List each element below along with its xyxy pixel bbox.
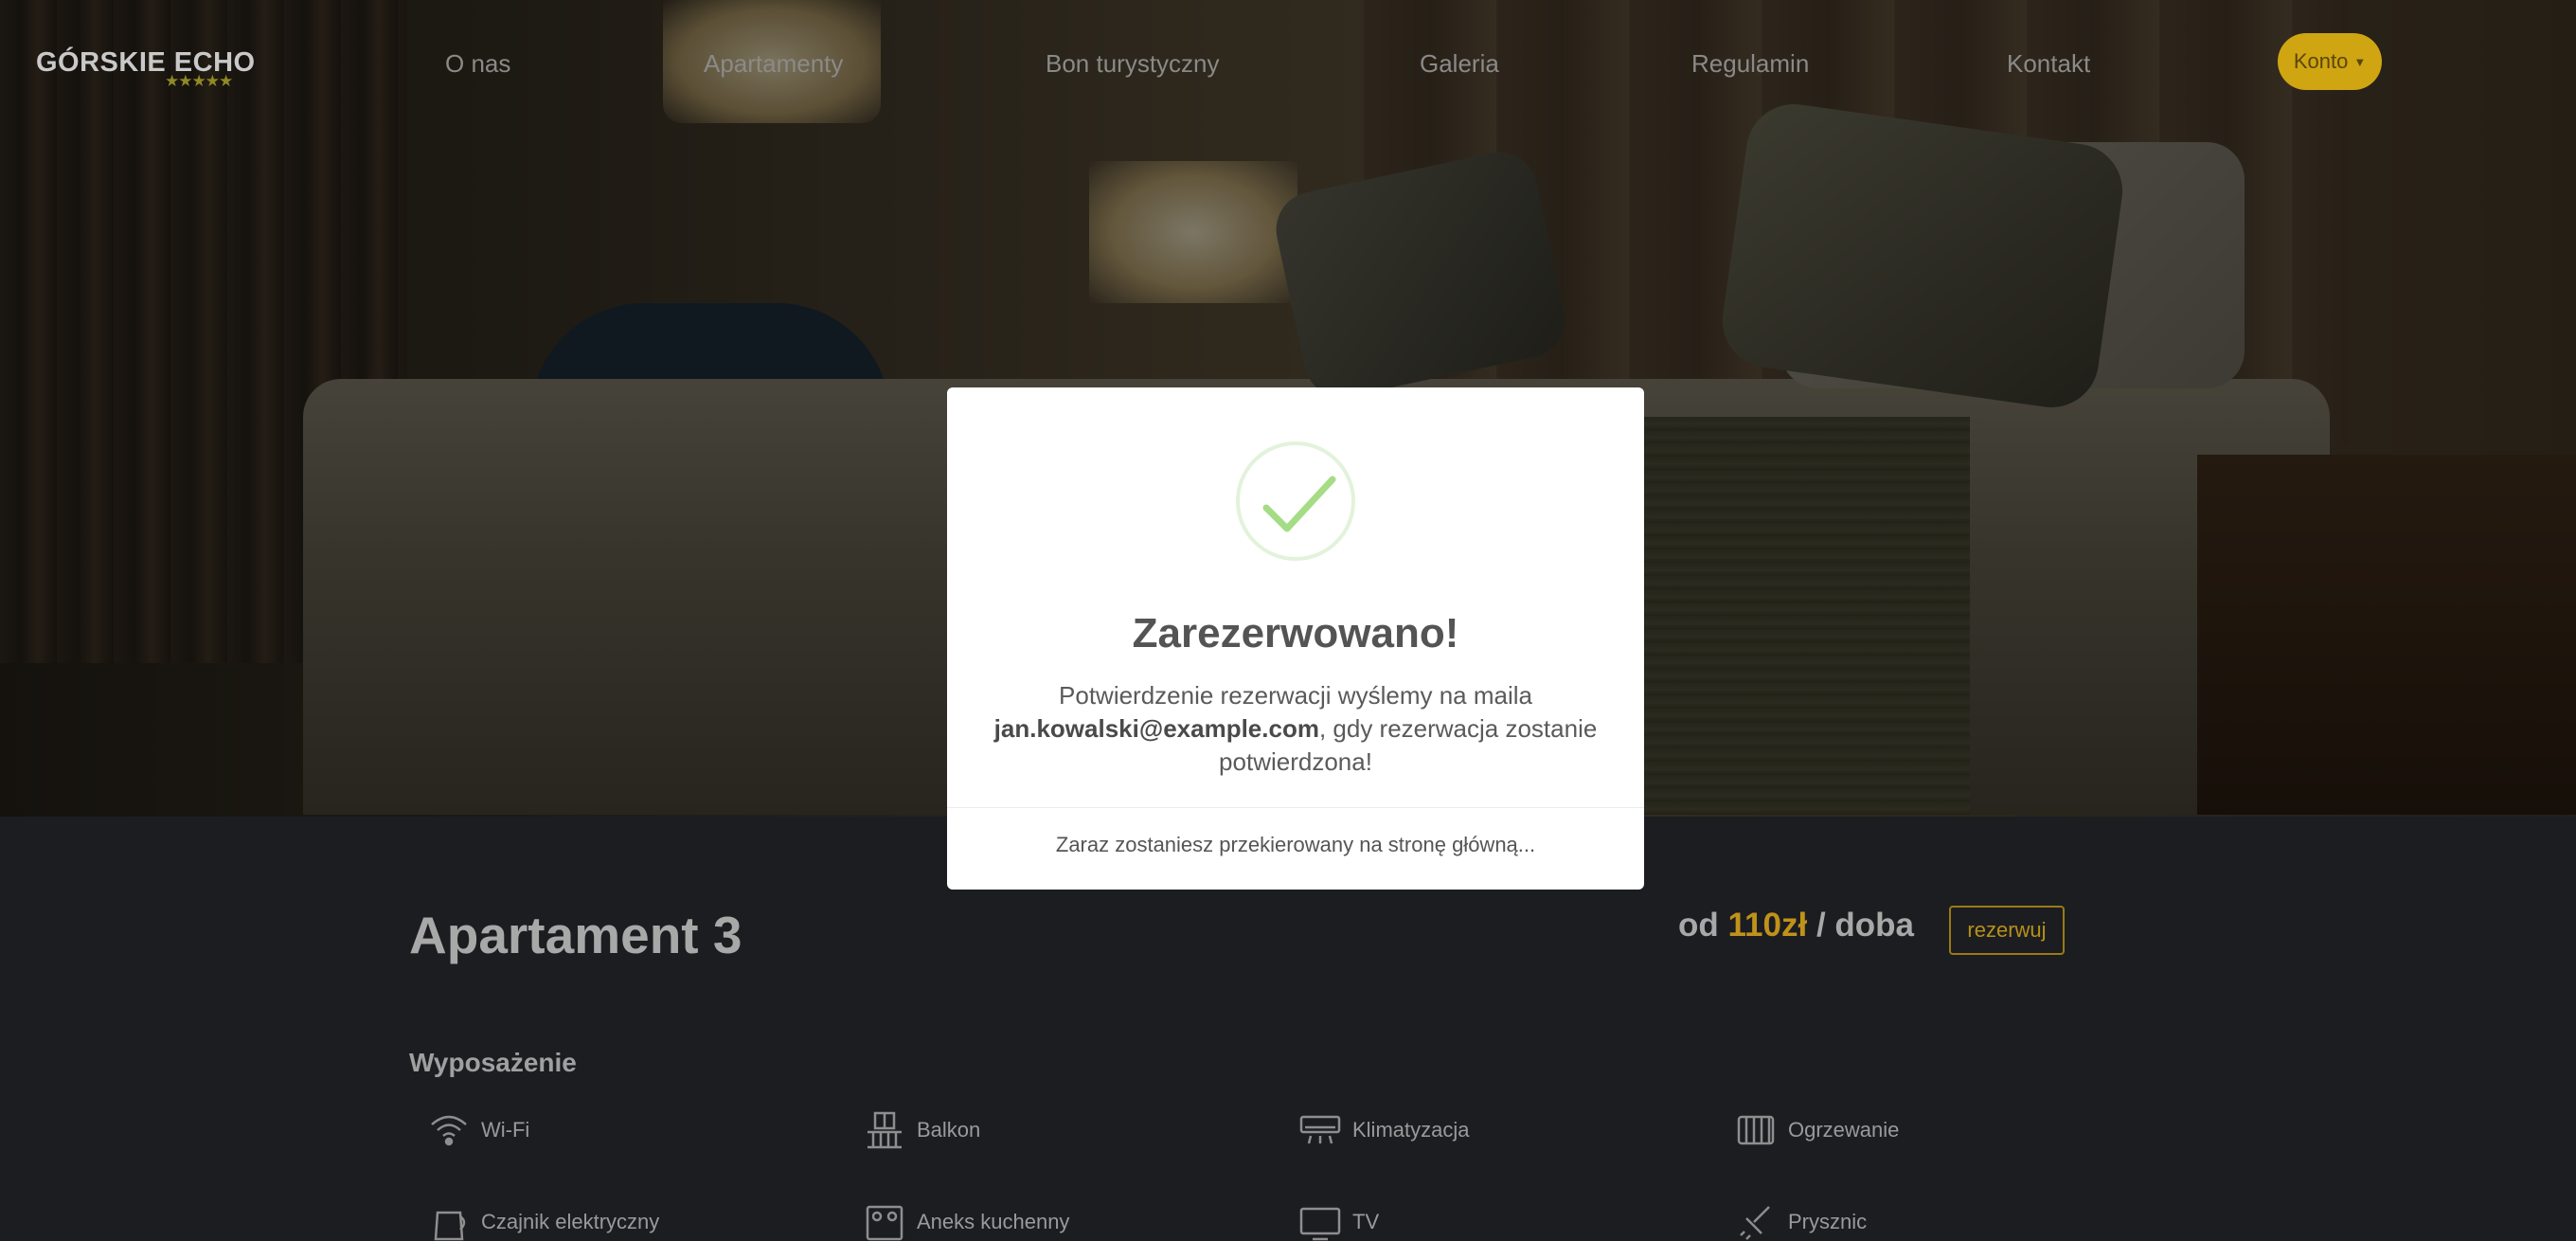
amenity-kettle: Czajnik elektryczny [428,1203,659,1241]
caret-down-icon: ▼ [2353,54,2367,69]
amenity-tv: TV [1299,1203,1379,1241]
modal-divider [947,807,1644,808]
price-amount: 110zł [1727,907,1808,944]
kettle-icon [434,1211,466,1241]
air-conditioner-icon [1299,1115,1341,1144]
amenity-label: Czajnik elektryczny [481,1210,660,1233]
amenity-label: Ogrzewanie [1788,1118,1900,1142]
nav-link-apartments[interactable]: Apartamenty [704,49,843,79]
amenity-wifi: Wi-Fi [428,1111,529,1149]
apartment-title: Apartament 3 [409,906,742,964]
amenity-kitchenette: Aneks kuchenny [864,1203,1069,1241]
balcony-icon [868,1111,902,1149]
amenity-shower: Prysznic [1735,1203,1867,1241]
nav-link-tourist-voucher[interactable]: Bon turystyczny [1046,49,1220,79]
amenity-label: TV [1352,1210,1380,1233]
amenity-label: Wi-Fi [481,1118,530,1142]
amenity-label: Prysznic [1788,1210,1868,1233]
amenity-balcony: Balkon [864,1111,980,1149]
nav-link-gallery[interactable]: Galeria [1420,49,1499,79]
amenity-label: Aneks kuchenny [917,1210,1070,1233]
nav-link-contact[interactable]: Kontakt [2007,49,2090,79]
navbar: GÓRSKIE ECHO ★★★★★ O nas Apartamenty Bon… [0,0,2576,123]
modal-title: Zarezerwowano! [1132,610,1459,656]
amenity-label: Balkon [917,1118,981,1142]
brand-stars-icon: ★★★★★ [165,72,233,90]
modal-message-text: Potwierdzenie rezerwacji wyślemy na mail… [1059,681,1532,710]
radiator-icon [1737,1115,1775,1145]
price-suffix: / doba [1816,907,1914,944]
reservation-success-modal: Zarezerwowano! Potwierdzenie rezerwacji … [947,387,1644,890]
checkmark-icon [1262,476,1336,532]
price-prefix: od [1678,907,1719,944]
nav-link-rules[interactable]: Regulamin [1691,49,1809,79]
modal-email: jan.kowalski@example.com [993,714,1319,743]
modal-message: Potwierdzenie rezerwacji wyślemy na mail… [985,679,1606,779]
stove-icon [866,1205,903,1241]
shower-icon [1740,1206,1770,1240]
price: od 110zł / doba [1678,907,1914,944]
nav-link-about[interactable]: O nas [445,49,510,79]
amenity-label: Klimatyzacja [1352,1118,1470,1142]
account-label: Konto [2293,49,2349,73]
amenity-air-conditioning: Klimatyzacja [1299,1111,1469,1149]
account-dropdown-button[interactable]: Konto ▼ [2278,33,2382,90]
equipment-heading: Wyposażenie [409,1048,577,1077]
modal-redirect-note: Zaraz zostaniesz przekierowany na stronę… [1055,833,1536,856]
amenity-heating: Ogrzewanie [1735,1111,1899,1149]
success-check-icon [1236,441,1355,561]
tv-icon [1299,1207,1341,1241]
wifi-icon [431,1115,467,1146]
reserve-button[interactable]: rezerwuj [1949,906,2065,955]
